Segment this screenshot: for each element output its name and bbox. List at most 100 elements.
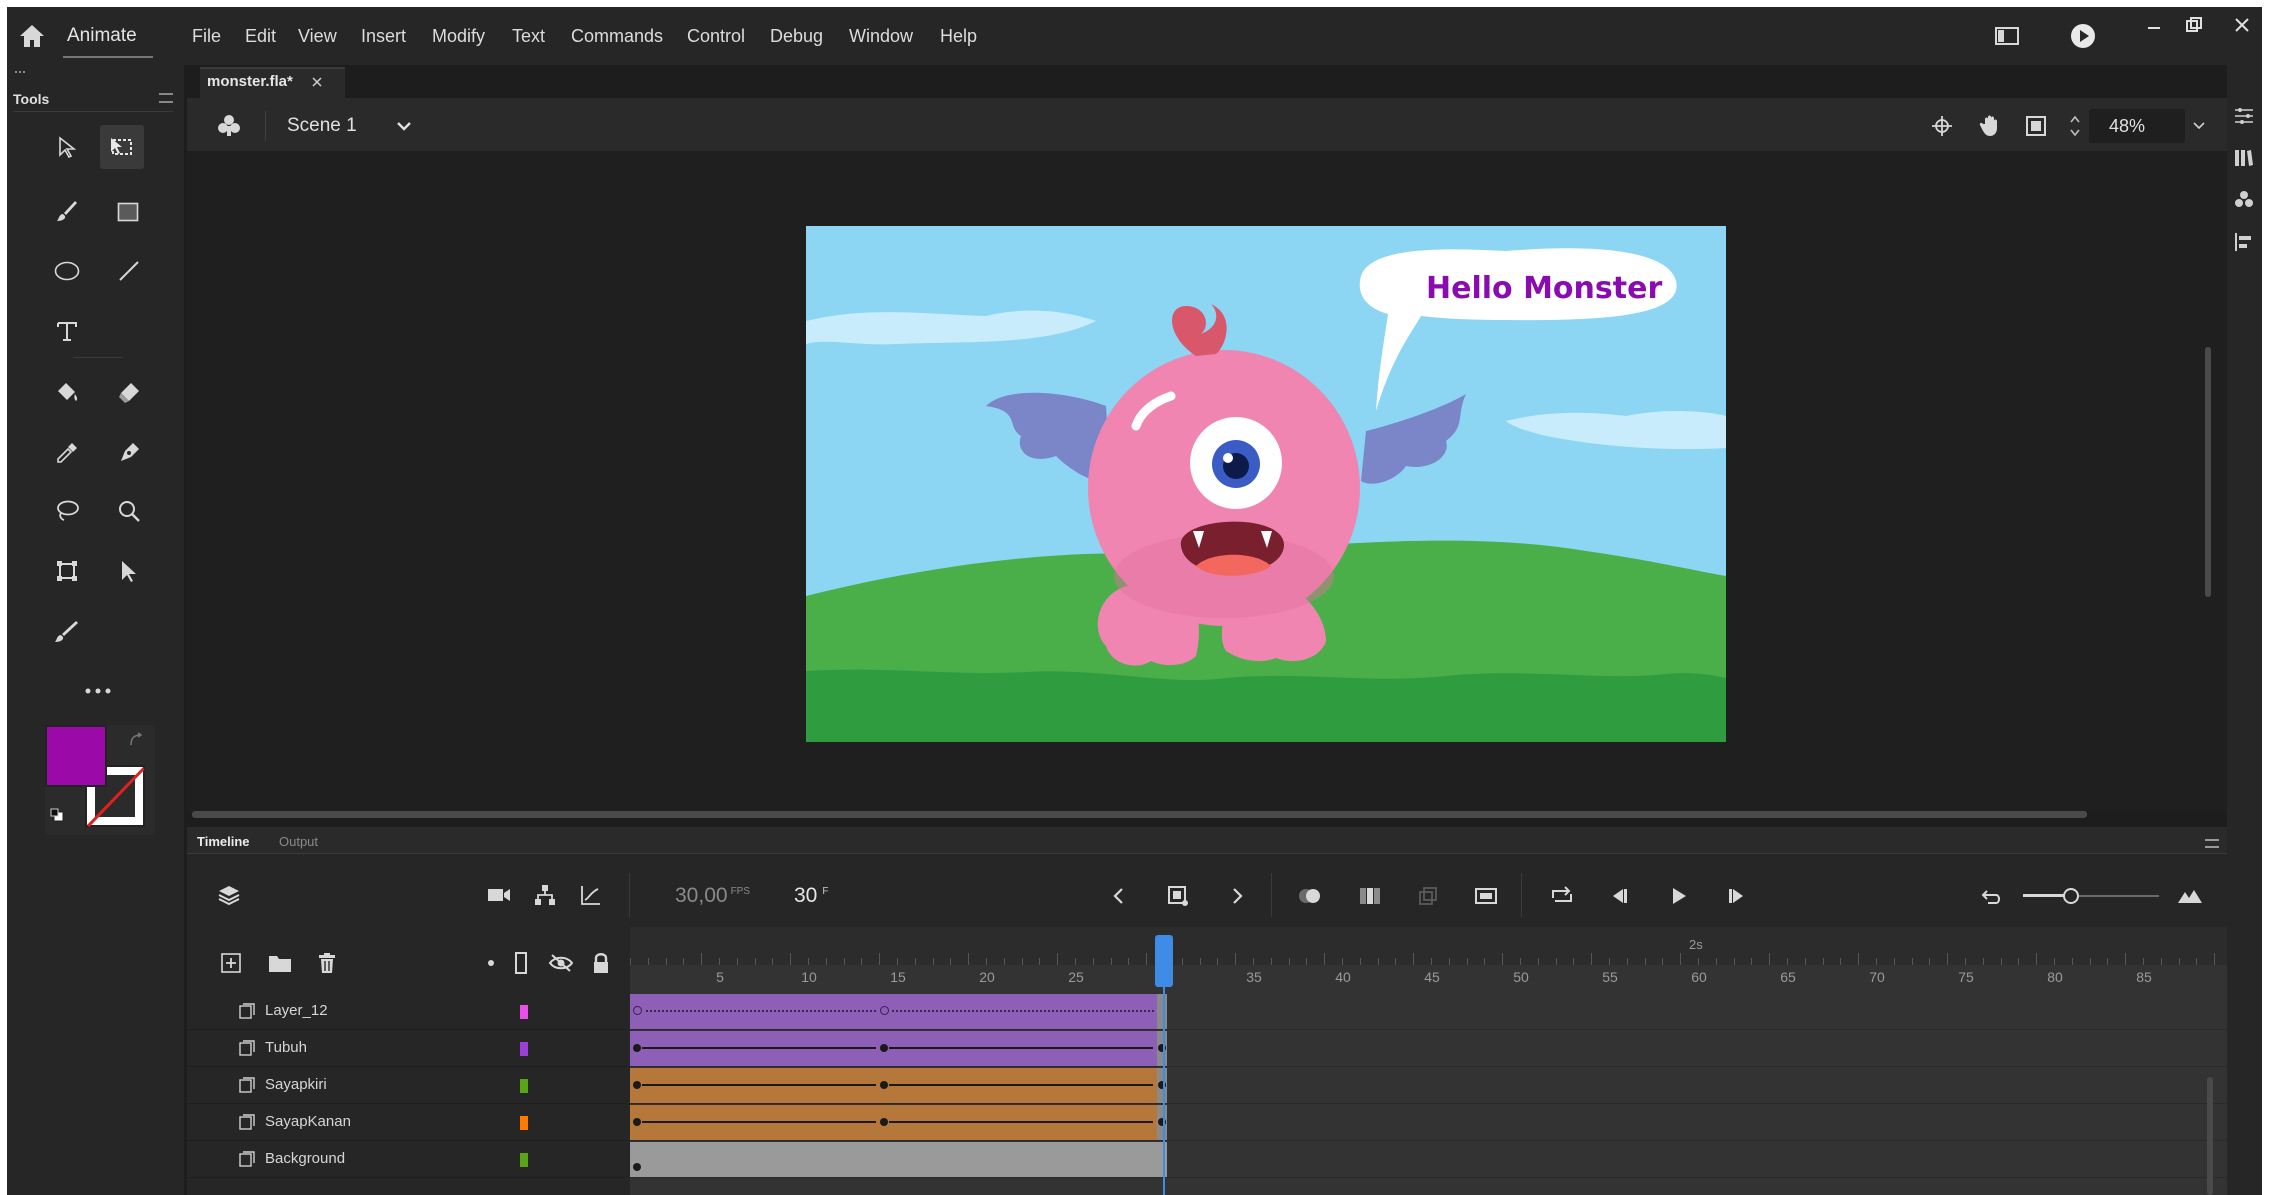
step-back-icon[interactable] (1603, 881, 1635, 911)
tools-panel-menu-icon[interactable] (159, 93, 173, 103)
keyframe[interactable] (633, 1163, 641, 1171)
menu-debug[interactable]: Debug (770, 7, 823, 65)
empty-keyframe[interactable] (633, 1006, 642, 1015)
keyframe[interactable] (880, 1118, 888, 1126)
asset-warp-tool-icon[interactable] (49, 553, 85, 589)
tab-timeline[interactable]: Timeline (197, 834, 250, 849)
create-tween-icon[interactable] (1471, 881, 1501, 911)
fill-color-swatch[interactable] (45, 725, 107, 787)
layer-color-swatch[interactable] (520, 1005, 528, 1019)
layer-color-swatch[interactable] (520, 1079, 528, 1093)
scene-dropdown-chevron-icon[interactable] (389, 111, 419, 141)
rotate-stage-icon[interactable] (1973, 109, 2007, 143)
delete-layer-icon[interactable] (313, 949, 341, 977)
keyframe[interactable] (633, 1044, 641, 1052)
zoom-dropdown-chevron-icon[interactable] (2187, 111, 2211, 141)
frames-row-background[interactable] (630, 1141, 2227, 1178)
menu-commands[interactable]: Commands (571, 7, 663, 65)
timeline-panel-menu-icon[interactable] (2205, 839, 2219, 848)
lasso-tool-icon[interactable] (49, 493, 85, 529)
pen-tool-icon[interactable] (111, 435, 147, 471)
keyframe[interactable] (633, 1081, 641, 1089)
current-frame-display[interactable]: 30 F (794, 881, 828, 911)
rectangle-tool-icon[interactable] (111, 195, 145, 229)
menu-window[interactable]: Window (849, 7, 913, 65)
text-tool-icon[interactable] (49, 313, 85, 349)
oval-tool-icon[interactable] (49, 253, 85, 289)
new-folder-icon[interactable] (265, 949, 295, 977)
close-tab-icon[interactable] (307, 71, 327, 93)
frames-row-layer-12[interactable] (630, 993, 2227, 1030)
play-icon[interactable] (1663, 881, 1695, 911)
timeline-zoom-slider-knob[interactable] (2063, 888, 2079, 904)
outline-toggle-icon[interactable] (509, 949, 533, 977)
layer-row[interactable]: Background (187, 1141, 627, 1178)
zoom-stepper-icon[interactable] (2065, 107, 2085, 145)
test-movie-play-icon[interactable] (2067, 20, 2099, 52)
menu-control[interactable]: Control (687, 7, 745, 65)
frames-row-tubuh[interactable] (630, 1030, 2227, 1067)
frame-rate-display[interactable]: 30,00 FPS (675, 881, 750, 911)
align-panel-icon[interactable] (2229, 227, 2259, 257)
stage-vertical-scrollbar[interactable] (2205, 347, 2211, 597)
current-frame-cell[interactable] (1157, 994, 1167, 1029)
swap-colors-icon[interactable] (125, 729, 147, 751)
zoom-input[interactable]: 48% (2089, 109, 2185, 143)
layer-row[interactable]: Tubuh (187, 1030, 627, 1067)
brush-tool-icon[interactable] (49, 193, 85, 229)
menu-help[interactable]: Help (940, 7, 977, 65)
menu-text[interactable]: Text (512, 7, 545, 65)
fit-timeline-icon[interactable] (2173, 881, 2207, 911)
menu-insert[interactable]: Insert (361, 7, 406, 65)
loop-icon[interactable] (1545, 881, 1579, 911)
layer-parenting-icon[interactable] (529, 879, 561, 911)
assets-panel-icon[interactable] (2229, 185, 2259, 215)
frames-row-sayapkanan[interactable] (630, 1104, 2227, 1141)
previous-keyframe-icon[interactable] (1103, 881, 1133, 911)
properties-panel-icon[interactable] (2229, 101, 2259, 131)
layer-row[interactable]: Sayapkiri (187, 1067, 627, 1104)
onion-skin-icon[interactable] (1293, 881, 1327, 911)
stage-canvas[interactable]: Hello Monster (806, 226, 1726, 742)
next-keyframe-icon[interactable] (1223, 881, 1253, 911)
highlight-layers-dot-icon[interactable] (481, 953, 501, 973)
center-stage-icon[interactable] (1925, 109, 1959, 143)
eyedropper-tool-icon[interactable] (49, 435, 85, 471)
paint-bucket-tool-icon[interactable] (49, 375, 85, 411)
selection-tool-icon[interactable] (49, 129, 85, 165)
restore-icon[interactable] (2179, 13, 2209, 37)
new-layer-icon[interactable] (217, 949, 245, 977)
playhead[interactable] (1155, 935, 1173, 987)
graph-view-icon[interactable] (575, 879, 607, 911)
workspace-layout-icon[interactable] (1992, 21, 2022, 51)
layer-row[interactable]: SayapKanan (187, 1104, 627, 1141)
default-colors-icon[interactable] (47, 805, 67, 825)
timeline-vertical-scrollbar[interactable] (2207, 1077, 2213, 1195)
minimize-icon[interactable] (2139, 13, 2169, 37)
line-tool-icon[interactable] (111, 253, 147, 289)
layer-color-swatch[interactable] (520, 1116, 528, 1130)
paste-pose-icon[interactable] (1413, 881, 1443, 911)
edit-multiple-frames-icon[interactable] (1355, 881, 1385, 911)
insert-keyframe-icon[interactable] (1163, 881, 1193, 911)
eraser-tool-icon[interactable] (111, 375, 147, 411)
frames-row-sayapkiri[interactable] (630, 1067, 2227, 1104)
camera-icon[interactable] (483, 879, 515, 911)
layer-color-swatch[interactable] (520, 1153, 528, 1167)
free-transform-tool-icon[interactable] (100, 125, 144, 169)
more-tools-icon[interactable] (73, 679, 123, 703)
empty-keyframe[interactable] (880, 1006, 889, 1015)
layer-row[interactable]: Layer_12 (187, 993, 627, 1030)
edit-symbol-icon[interactable] (211, 107, 247, 143)
menu-file[interactable]: File (192, 7, 221, 65)
lock-toggle-icon[interactable] (587, 949, 615, 977)
visibility-toggle-icon[interactable] (545, 949, 577, 977)
clip-content-icon[interactable] (2019, 109, 2053, 143)
layer-color-swatch[interactable] (520, 1042, 528, 1056)
stage-horizontal-scrollbar[interactable] (192, 811, 2087, 818)
tab-output[interactable]: Output (279, 834, 318, 849)
library-panel-icon[interactable] (2229, 143, 2259, 173)
scene-selector[interactable]: Scene 1 (287, 109, 357, 143)
close-window-icon[interactable] (2227, 13, 2257, 37)
bone-tool-icon[interactable] (49, 613, 85, 649)
